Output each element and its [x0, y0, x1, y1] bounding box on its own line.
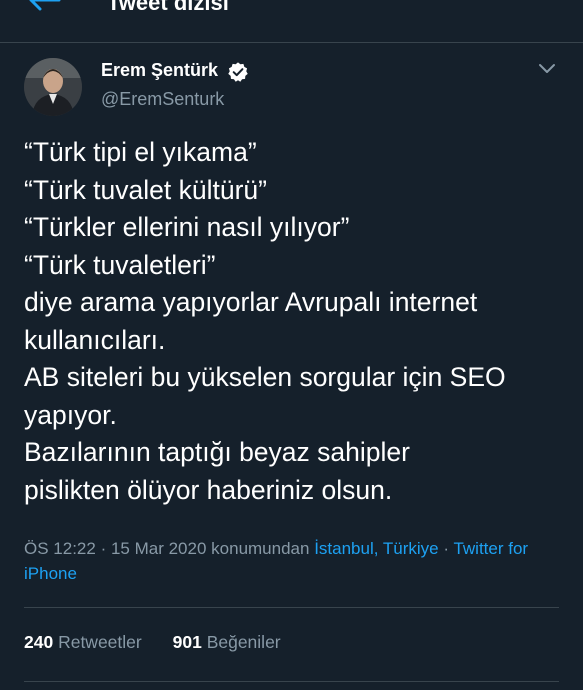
tweet-text-line: pislikten ölüyor haberiniz olsun.: [24, 474, 393, 505]
author-display-name[interactable]: Erem Şentürk: [101, 60, 218, 81]
tweet-text-line: Bazılarının taptığı beyaz sahipler: [24, 437, 410, 467]
retweets-label: Retweetler: [58, 632, 142, 652]
verified-badge-icon: [228, 62, 248, 82]
tweet-stats: 240 Retweetler 901 Beğeniler: [24, 632, 307, 653]
author-handle[interactable]: @EremSenturk: [101, 89, 224, 110]
likes-count: 901: [172, 632, 202, 652]
divider: [24, 607, 559, 608]
avatar[interactable]: [24, 58, 82, 116]
arrow-left-icon[interactable]: [26, 0, 62, 12]
likes-label: Beğeniler: [206, 632, 281, 652]
tweet-text-line: “Türkler ellerini nasıl yılıyor”: [24, 212, 350, 242]
page-title: Tweet dizisi: [107, 0, 229, 15]
tweet-text-line: “Türk tipi el yıkama”: [24, 137, 257, 167]
chevron-down-icon[interactable]: [537, 62, 557, 76]
tweet-date[interactable]: 15 Mar 2020: [111, 539, 206, 558]
meta-separator: ·: [100, 539, 107, 558]
tweet-meta: ÖS 12:22 · 15 Mar 2020 konumundan İstanb…: [24, 536, 564, 586]
retweets-count: 240: [24, 632, 54, 652]
likes-stat[interactable]: 901 Beğeniler: [173, 632, 281, 652]
retweets-stat[interactable]: 240 Retweetler: [24, 632, 147, 652]
tweet-text-line: diye arama yapıyorlar Avrupalı internet: [24, 287, 478, 317]
tweet-text: “Türk tipi el yıkama” “Türk tuvalet kült…: [24, 134, 569, 509]
location-prefix: konumundan: [211, 539, 310, 558]
tweet-text-line: “Türk tuvaletleri”: [24, 249, 216, 280]
tweet-time[interactable]: ÖS 12:22: [24, 539, 96, 558]
tweet-text-line: yapıyor.: [24, 399, 117, 430]
divider: [24, 681, 559, 682]
top-bar: Tweet dizisi: [0, 0, 583, 43]
tweet-text-line: kullanıcıları.: [24, 324, 166, 355]
avatar-image: [24, 58, 82, 116]
tweet-text-line: AB siteleri bu yükselen sorgular için SE…: [24, 362, 506, 392]
tweet-text-line: “Türk tuvalet kültürü”: [24, 174, 267, 205]
tweet-location-link[interactable]: İstanbul, Türkiye: [314, 539, 438, 558]
meta-separator: ·: [443, 539, 454, 558]
